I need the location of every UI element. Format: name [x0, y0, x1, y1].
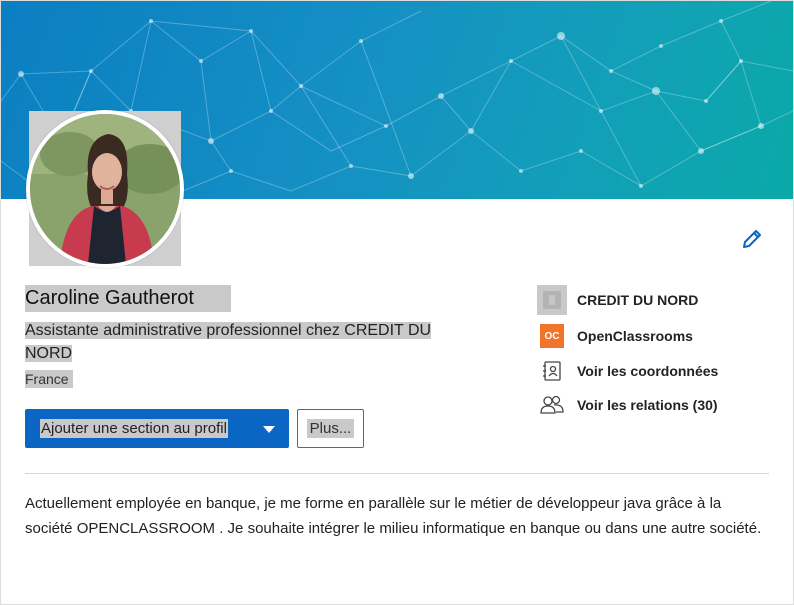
sidebar-item-company[interactable]: CREDIT DU NORD — [537, 285, 698, 315]
profile-card: Caroline Gautherot Assistante administra… — [0, 0, 794, 605]
add-profile-section-button[interactable]: Ajouter une section au profil — [25, 409, 289, 448]
profile-name: Caroline Gautherot — [25, 285, 231, 312]
people-icon — [537, 390, 567, 420]
add-profile-section-label: Ajouter une section au profil — [40, 419, 228, 438]
sidebar-item-label: CREDIT DU NORD — [577, 292, 699, 308]
avatar[interactable] — [26, 110, 184, 268]
pencil-icon — [743, 230, 761, 248]
profile-location: France — [25, 370, 73, 388]
profile-photo — [30, 114, 180, 264]
sidebar-item-school[interactable]: OC OpenClassrooms — [537, 321, 693, 351]
openclassrooms-logo-icon: OC — [537, 321, 567, 351]
section-divider — [25, 473, 769, 474]
sidebar-item-label: OpenClassrooms — [577, 328, 693, 344]
sidebar-item-label: Voir les coordonnées — [577, 363, 719, 379]
contact-card-icon — [537, 356, 567, 386]
chevron-down-icon — [263, 426, 275, 433]
more-button-label: Plus... — [306, 419, 355, 438]
profile-summary: Actuellement employée en banque, je me f… — [25, 495, 762, 537]
sidebar-item-connections[interactable]: Voir les relations (30) — [537, 390, 718, 420]
profile-headline-text: Assistante administrative professionnel … — [25, 322, 432, 362]
sidebar-item-label: Voir les relations (30) — [577, 397, 718, 413]
profile-headline: Assistante administrative professionnel … — [25, 319, 471, 365]
more-button[interactable]: Plus... — [297, 409, 364, 448]
sidebar-item-contact-info[interactable]: Voir les coordonnées — [537, 356, 718, 386]
company-logo-icon — [537, 285, 567, 315]
openclassrooms-logo-text: OC — [544, 330, 560, 342]
edit-profile-button[interactable] — [740, 227, 764, 251]
